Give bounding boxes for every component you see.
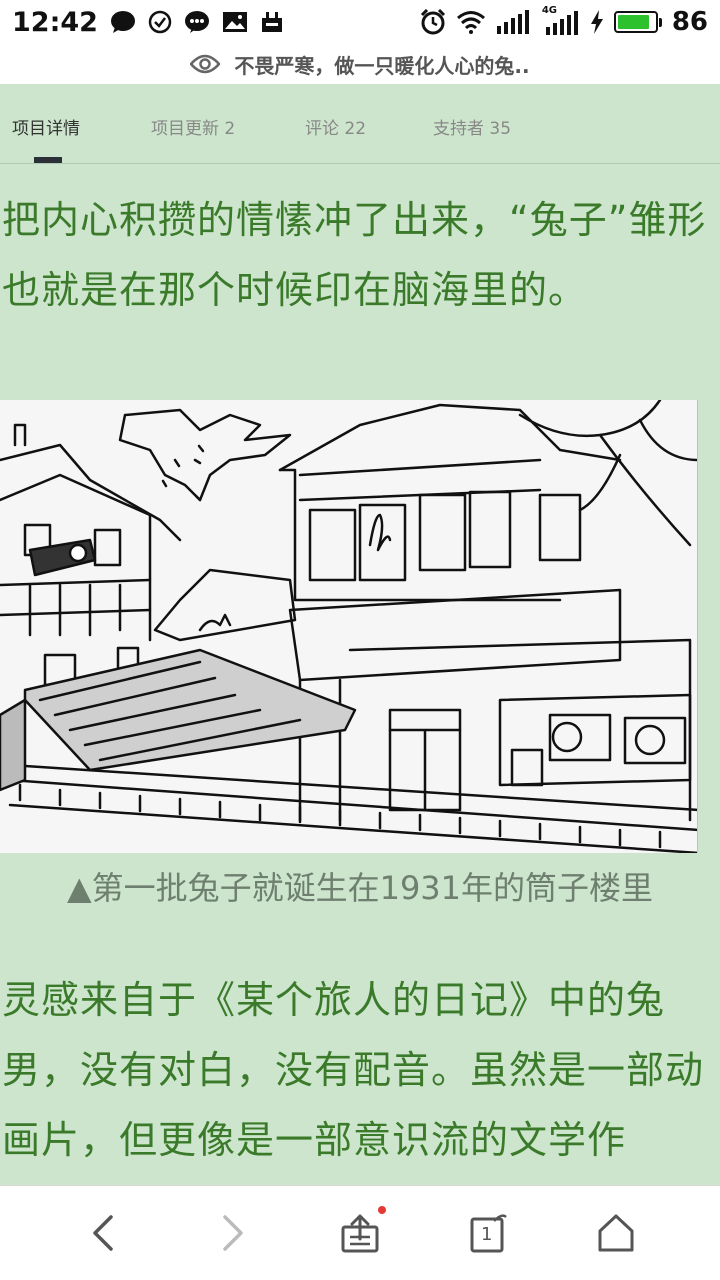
- forward-button[interactable]: [208, 1208, 258, 1258]
- image-icon: [222, 11, 248, 33]
- share-button[interactable]: [335, 1206, 386, 1258]
- battery-level-fill: [617, 15, 649, 29]
- chat-bubble-icon: [110, 10, 136, 34]
- tab-supporters[interactable]: 支持者 35: [433, 114, 511, 139]
- forward-icon: [221, 1215, 245, 1251]
- charging-icon: [590, 10, 604, 34]
- notification-icons: [110, 10, 284, 34]
- tab-count: 1: [481, 1224, 493, 1245]
- sim-card-icon: [260, 10, 284, 34]
- home-button[interactable]: [591, 1208, 641, 1258]
- network-type-label: 4G: [541, 5, 557, 16]
- share-notification-dot: [378, 1206, 386, 1214]
- browser-bottom-nav: 1: [0, 1185, 720, 1280]
- back-icon: [91, 1215, 115, 1251]
- messenger-icon: [184, 10, 210, 34]
- tab-project-updates[interactable]: 项目更新 2: [151, 114, 235, 139]
- battery-percent: 86: [671, 7, 708, 37]
- status-time: 12:42: [12, 6, 98, 38]
- page-title-bar: 不畏严寒，做一只暖化人心的兔..: [0, 44, 720, 84]
- active-tab-indicator: [34, 157, 62, 163]
- tab-project-details[interactable]: 项目详情: [12, 114, 80, 139]
- signal-4g-icon: 4G: [542, 5, 580, 35]
- status-right: 4G 86: [420, 5, 708, 37]
- home-icon: [596, 1213, 636, 1253]
- share-icon: [340, 1213, 380, 1253]
- back-button[interactable]: [78, 1208, 128, 1258]
- alarm-clock-icon: [420, 9, 446, 35]
- tabs-icon: 1: [468, 1213, 508, 1253]
- project-tabs: 项目详情 项目更新 2 评论 22 支持者 35: [0, 84, 720, 164]
- article-paragraph: 灵感来自于《某个旅人的日记》中的兔男，没有对白，没有配音。虽然是一部动画片，但更…: [2, 978, 705, 1162]
- check-circle-icon: [148, 10, 172, 34]
- article-illustration[interactable]: [0, 400, 698, 853]
- article-paragraph: 把内心积攒的情愫冲了出来，“兔子”雏形也就是在那个时候印在脑海里的。: [2, 198, 707, 312]
- image-caption: ▲第一批兔子就诞生在1931年的筒子楼里: [66, 869, 654, 907]
- status-bar: 12:42 4G 86: [0, 0, 720, 44]
- article-content[interactable]: 把内心积攒的情愫冲了出来，“兔子”雏形也就是在那个时候印在脑海里的。 ▲第一批兔…: [0, 165, 720, 1185]
- tabs-button[interactable]: 1: [463, 1208, 513, 1258]
- battery-icon: [613, 11, 662, 33]
- page-title: 不畏严寒，做一只暖化人心的兔..: [234, 53, 530, 78]
- wifi-icon: [456, 10, 486, 34]
- signal-icon: [496, 10, 532, 34]
- eye-icon: [190, 54, 221, 74]
- tab-comments[interactable]: 评论 22: [305, 114, 366, 139]
